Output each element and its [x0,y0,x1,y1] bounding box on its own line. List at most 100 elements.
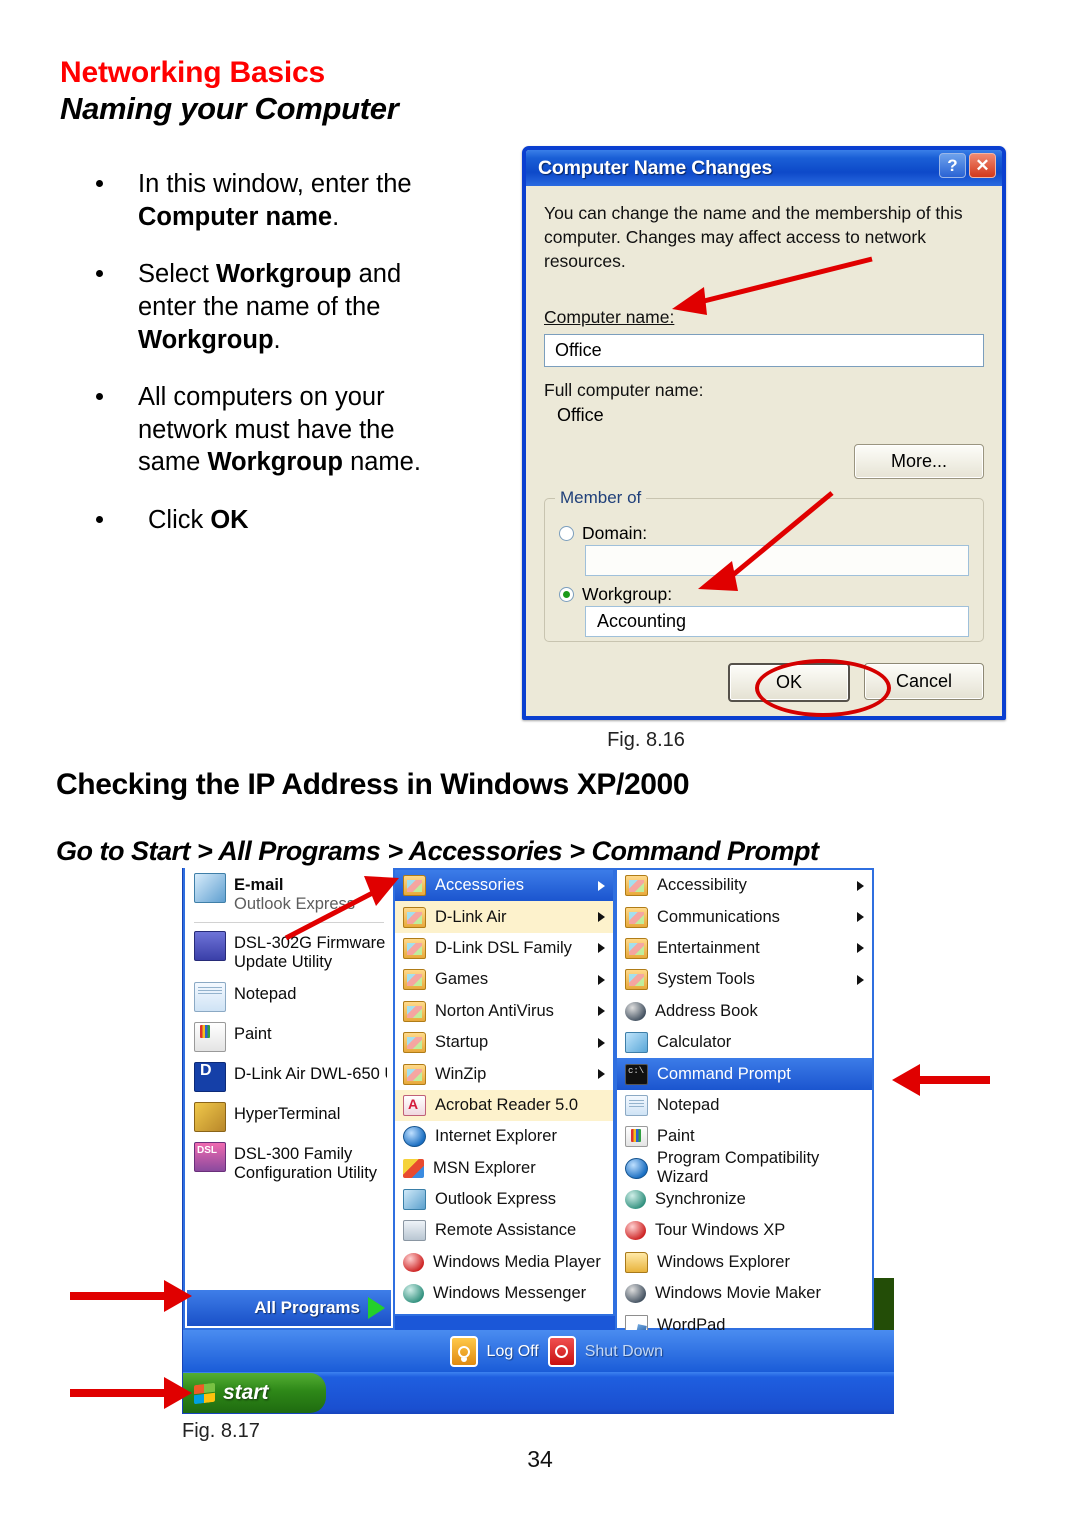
windows-media-player-icon [403,1252,424,1272]
menu-item-program-compatibility-wizard[interactable]: Program Compatibility Wizard [617,1149,872,1186]
domain-radio-icon[interactable] [559,526,574,541]
menu-item-acrobat-reader[interactable]: Acrobat Reader 5.0 [395,1089,613,1122]
chevron-right-icon [857,880,864,891]
chevron-right-icon [598,1006,605,1017]
menu-item-norton-antivirus[interactable]: Norton AntiVirus [395,996,613,1027]
menu-item-games[interactable]: Games [395,964,613,995]
menu-item-label: Windows Movie Maker [655,1284,821,1303]
member-of-groupbox: Member of Domain: Workgroup: Accounting [544,488,984,642]
folder-icon [403,937,426,959]
accessories-submenu: Accessibility Communications Entertainme… [615,868,874,1336]
menu-item-label: Norton AntiVirus [435,1001,554,1020]
menu-item-label: Startup [435,1033,489,1052]
start-menu-item-paint[interactable]: Paint [185,1017,393,1057]
acrobat-icon [403,1094,426,1116]
msn-explorer-icon [403,1158,424,1178]
menu-item-remote-assistance[interactable]: Remote Assistance [395,1215,613,1246]
menu-item-tour-windows-xp[interactable]: Tour Windows XP [617,1215,872,1246]
start-menu-item-hyperterminal[interactable]: HyperTerminal [185,1097,393,1137]
menu-item-windows-messenger[interactable]: Windows Messenger [395,1278,613,1309]
workgroup-input[interactable]: Accounting [585,606,969,637]
folder-icon [403,906,426,928]
bullet-dot [96,393,103,401]
start-button[interactable]: start [183,1373,326,1413]
list-item: In this window, enter the Computer name. [82,168,462,233]
menu-item-windows-movie-maker[interactable]: Windows Movie Maker [617,1278,872,1309]
start-menu-item-dsl300[interactable]: DSL-300 Family Configuration Utility [185,1137,393,1188]
help-icon[interactable]: ? [939,153,966,178]
list-item-text: In this window, enter the Computer name. [138,170,412,231]
chevron-right-icon [598,943,605,954]
divider [194,921,384,923]
tour-windows-icon [625,1221,646,1241]
figure-caption-8-17: Fig. 8.17 [182,1420,260,1442]
page-number: 34 [527,1446,553,1472]
all-programs-button[interactable]: All Programs [187,1290,391,1326]
domain-radio-row[interactable]: Domain: [559,523,647,544]
list-item-text: Select Workgroup and enter the name of t… [138,260,402,354]
chevron-right-icon [598,974,605,985]
menu-item-windows-media-player[interactable]: Windows Media Player [395,1247,613,1278]
chevron-right-icon [857,912,864,923]
menu-item-accessibility[interactable]: Accessibility [617,870,872,901]
menu-item-address-book[interactable]: Address Book [617,996,872,1027]
computer-name-label: Computer name: [544,307,675,328]
menu-item-notepad[interactable]: Notepad [617,1090,872,1121]
shut-down-label[interactable]: Shut Down [585,1343,663,1361]
menu-item-label: Acrobat Reader 5.0 [435,1095,579,1114]
menu-item-entertainment[interactable]: Entertainment [617,933,872,964]
menu-item-winzip[interactable]: WinZip [395,1058,613,1089]
close-icon[interactable]: ✕ [969,153,996,178]
workgroup-radio-icon[interactable] [559,587,574,602]
chevron-right-icon [857,974,864,985]
workgroup-radio-row[interactable]: Workgroup: [559,584,672,605]
menu-item-label: MSN Explorer [433,1158,536,1177]
ok-button[interactable]: OK [728,663,850,702]
menu-item-dlink-dsl-family[interactable]: D-Link DSL Family [395,933,613,964]
member-of-legend: Member of [555,488,647,508]
menu-item-paint[interactable]: Paint [617,1121,872,1152]
menu-item-label: System Tools [657,970,755,989]
menu-item-dlink-air[interactable]: D-Link Air [395,901,613,933]
menu-item-label: Accessibility [657,876,747,895]
log-off-label[interactable]: Log Off [487,1343,539,1361]
menu-item-accessories[interactable]: Accessories [395,870,613,902]
menu-item-msn-explorer[interactable]: MSN Explorer [395,1153,613,1184]
menu-item-system-tools[interactable]: System Tools [617,964,872,995]
menu-item-command-prompt[interactable]: Command Prompt [617,1058,872,1090]
menu-item-outlook-express[interactable]: Outlook Express [395,1184,613,1215]
chevron-right-icon [598,1037,605,1048]
menu-item-label: Windows Explorer [657,1252,790,1271]
computer-name-input[interactable]: Office [544,334,984,368]
start-menu-item-dsl302g[interactable]: DSL-302G Firmware Update Utility [185,926,393,977]
domain-input[interactable] [585,545,969,576]
log-off-icon[interactable] [449,1336,478,1367]
cancel-button[interactable]: Cancel [864,663,984,700]
start-menu-item-label: HyperTerminal [234,1104,341,1123]
start-menu-item-notepad[interactable]: Notepad [185,977,393,1017]
shut-down-icon[interactable] [547,1336,576,1367]
more-button[interactable]: More... [854,444,984,479]
menu-item-calculator[interactable]: Calculator [617,1027,872,1058]
outlook-express-icon [403,1189,426,1211]
menu-item-startup[interactable]: Startup [395,1027,613,1058]
folder-icon [625,906,648,928]
start-menu-item-dlink-air[interactable]: D-Link Air DWL-650 Utility [185,1057,393,1097]
menu-item-internet-explorer[interactable]: Internet Explorer [395,1121,613,1152]
computer-name-changes-dialog: Computer Name Changes ? ✕ You can change… [522,146,1006,720]
chevron-right-icon [598,912,605,923]
folder-icon [403,1032,426,1054]
start-menu-item-email[interactable]: E-mail Outlook Express [185,868,393,919]
bullet-dot [96,180,103,187]
chevron-right-icon [368,1297,385,1319]
bullet-dot [96,270,103,278]
folder-icon [403,1000,426,1022]
desktop-background-right [873,868,894,1330]
paint-icon [194,1021,226,1052]
menu-item-label: Synchronize [655,1190,746,1209]
dialog-description: You can change the name and the membersh… [544,203,963,271]
menu-item-windows-explorer[interactable]: Windows Explorer [617,1247,872,1278]
menu-item-synchronize[interactable]: Synchronize [617,1184,872,1215]
dialog-title-bar: Computer Name Changes ? ✕ [526,150,1002,186]
menu-item-communications[interactable]: Communications [617,901,872,932]
